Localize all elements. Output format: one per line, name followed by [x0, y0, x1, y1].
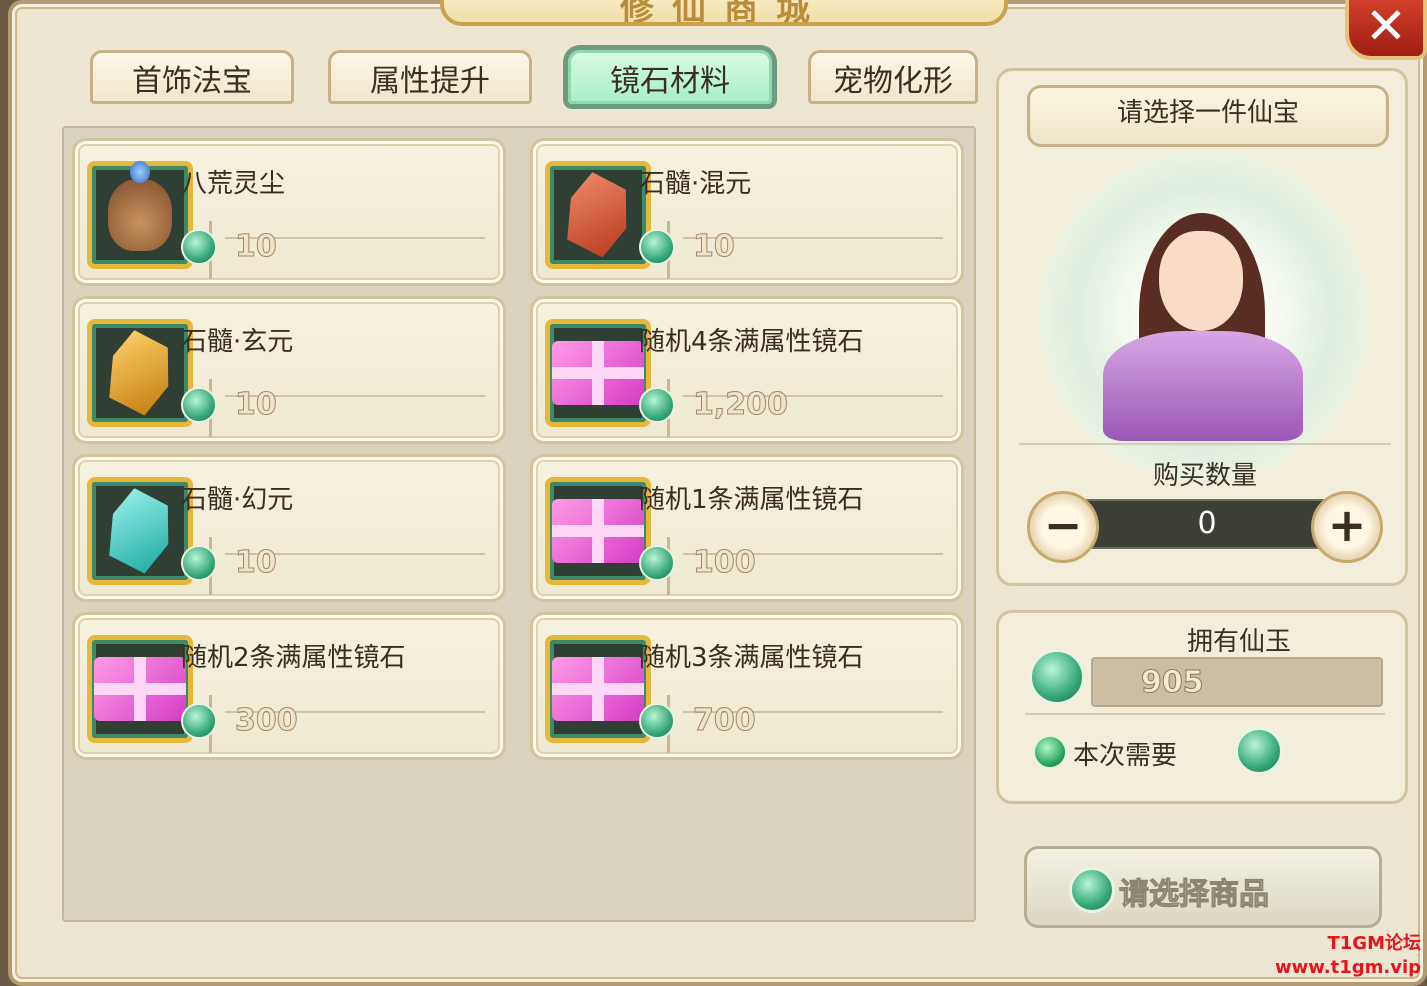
buy-button[interactable]: 请选择商品: [1024, 846, 1382, 928]
increase-button[interactable]: +: [1311, 491, 1383, 563]
item-list: 八荒灵尘 10 石髓·混元 10 石髓·玄元 10 随机4条满属性镜石 1,20…: [62, 126, 976, 922]
item-card[interactable]: 随机2条满属性镜石 300: [72, 612, 506, 760]
gold-stone-icon: [87, 319, 193, 427]
jade-coin-icon: [181, 545, 217, 581]
item-name: 八荒灵尘: [181, 169, 286, 199]
jade-coin-icon: [639, 387, 675, 423]
owned-jade-label: 拥有仙玉: [1186, 627, 1291, 657]
item-name: 随机2条满属性镜石: [181, 643, 406, 673]
gift-box-icon: [545, 635, 651, 743]
buy-button-label: 请选择商品: [1119, 877, 1270, 913]
window-title: 修仙商城: [440, 0, 1008, 26]
watermark: T1GM论坛 www.t1gm.vip: [1275, 932, 1421, 980]
red-stone-icon: [545, 161, 651, 269]
close-button[interactable]: ✕: [1345, 0, 1427, 60]
bag-icon: [87, 161, 193, 269]
jade-coin-icon: [1235, 727, 1283, 775]
quantity-field[interactable]: 0: [1071, 499, 1339, 549]
item-price: 100: [693, 545, 757, 581]
decrease-button[interactable]: −: [1027, 491, 1099, 563]
item-price: 10: [235, 545, 278, 581]
item-name: 随机1条满属性镜石: [639, 485, 864, 515]
item-name: 石髓·幻元: [181, 485, 294, 515]
gift-box-icon: [87, 635, 193, 743]
jade-coin-icon: [181, 387, 217, 423]
gift-box-icon: [545, 477, 651, 585]
jade-coin-icon: [639, 229, 675, 265]
npc-portrait: [1039, 151, 1369, 481]
item-price: 10: [235, 229, 278, 265]
jade-coin-icon: [181, 703, 217, 739]
jade-coin-icon: [639, 545, 675, 581]
teal-stone-icon: [87, 477, 193, 585]
jade-coin-icon: [639, 703, 675, 739]
jade-coin-icon: [1029, 649, 1085, 705]
tab-mirror-stone[interactable]: 镜石材料: [568, 50, 772, 104]
item-price: 700: [693, 703, 757, 739]
item-name: 石髓·混元: [639, 169, 752, 199]
item-card[interactable]: 石髓·混元 10: [530, 138, 964, 286]
watermark-line2: www.t1gm.vip: [1275, 957, 1421, 978]
item-card[interactable]: 石髓·幻元 10: [72, 454, 506, 602]
quantity-label: 购买数量: [1152, 461, 1257, 491]
tab-jewelry[interactable]: 首饰法宝: [90, 50, 294, 104]
item-card[interactable]: 随机3条满属性镜石 700: [530, 612, 964, 760]
tab-attribute-upgrade[interactable]: 属性提升: [328, 50, 532, 104]
jade-coin-icon: [181, 229, 217, 265]
item-price: 1,200: [693, 387, 789, 423]
item-card[interactable]: 八荒灵尘 10: [72, 138, 506, 286]
quantity-value: 0: [1197, 506, 1217, 541]
item-name: 随机3条满属性镜石: [639, 643, 864, 673]
tab-pet-transform[interactable]: 宠物化形: [808, 50, 978, 104]
item-price: 10: [235, 387, 278, 423]
wallet-panel: 拥有仙玉 905 本次需要: [996, 610, 1408, 804]
watermark-line1: T1GM论坛: [1327, 933, 1422, 954]
select-prompt: 请选择一件仙宝: [1027, 85, 1389, 147]
item-card[interactable]: 随机1条满属性镜石 100: [530, 454, 964, 602]
item-name: 随机4条满属性镜石: [639, 327, 864, 357]
item-price: 10: [693, 229, 736, 265]
gift-box-icon: [545, 319, 651, 427]
green-orb-icon: [1033, 735, 1067, 769]
owned-jade-field: 905: [1091, 657, 1383, 707]
item-card[interactable]: 石髓·玄元 10: [72, 296, 506, 444]
jade-coin-icon: [1069, 867, 1115, 913]
cost-label: 本次需要: [1073, 741, 1178, 771]
item-card[interactable]: 随机4条满属性镜石 1,200: [530, 296, 964, 444]
detail-panel: 请选择一件仙宝 购买数量 0 − +: [996, 68, 1408, 586]
item-name: 石髓·玄元: [181, 327, 294, 357]
owned-jade-value: 905: [1141, 665, 1205, 701]
item-price: 300: [235, 703, 299, 739]
